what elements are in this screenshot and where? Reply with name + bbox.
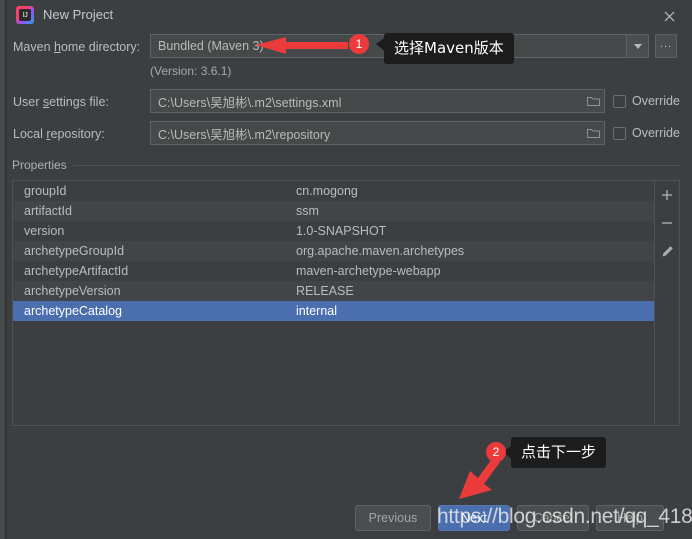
- user-settings-input[interactable]: C:\Users\吴旭彬\.m2\settings.xml: [150, 89, 605, 113]
- title-bar: New Project: [7, 0, 692, 31]
- annotation-badge-1: 1: [349, 34, 369, 54]
- pencil-icon[interactable]: [657, 242, 677, 260]
- chevron-down-icon[interactable]: [627, 34, 649, 58]
- annotation-tooltip-2: 点击下一步: [511, 437, 607, 468]
- user-settings-override-checkbox[interactable]: Override: [613, 94, 680, 108]
- user-settings-value: C:\Users\吴旭彬\.m2\settings.xml: [158, 95, 342, 110]
- cancel-button[interactable]: Cancel: [517, 505, 589, 531]
- property-value: RELEASE: [296, 284, 354, 298]
- table-row[interactable]: version 1.0-SNAPSHOT: [13, 221, 654, 241]
- annotation-arrow-2: [459, 456, 500, 499]
- next-button-label: Next: [461, 511, 487, 525]
- folder-icon[interactable]: [582, 128, 604, 139]
- folder-icon[interactable]: [582, 96, 604, 107]
- new-project-dialog: New Project Maven home directory: Bundle…: [0, 0, 692, 539]
- property-key: version: [24, 224, 65, 238]
- local-repository-override-label: Override: [632, 126, 680, 140]
- properties-table-body: groupId cn.mogong artifactId ssm version 1.0-…: [13, 181, 655, 425]
- maven-home-value: Bundled (Maven 3): [158, 39, 264, 53]
- properties-table: groupId cn.mogong artifactId ssm version 1.0-…: [12, 180, 680, 426]
- property-value: ssm: [296, 204, 319, 218]
- annotation-tooltip-1: 选择Maven版本: [384, 33, 514, 64]
- previous-button-label: Previous: [368, 511, 418, 525]
- table-row[interactable]: archetypeGroupId org.apache.maven.archety…: [13, 241, 655, 261]
- next-button[interactable]: Next: [438, 505, 510, 531]
- local-repository-label: Local repository:: [13, 127, 105, 141]
- maven-home-label: Maven home directory:: [13, 40, 141, 54]
- table-row[interactable]: archetypeArtifactId maven-archetype-webap…: [13, 261, 654, 281]
- minus-icon[interactable]: [657, 214, 677, 232]
- user-settings-override-label: Override: [632, 94, 680, 108]
- property-key: archetypeCatalog: [24, 304, 122, 318]
- local-repository-input[interactable]: C:\Users\吴旭彬\.m2\repository: [150, 121, 605, 145]
- properties-toolbar: [654, 181, 679, 425]
- checkbox-icon: [613, 126, 626, 140]
- table-row[interactable]: artifactId ssm: [13, 201, 655, 221]
- property-key: archetypeArtifactId: [24, 264, 129, 278]
- properties-group-title: Properties: [12, 158, 73, 172]
- table-row[interactable]: groupId cn.mogong: [13, 181, 654, 201]
- property-value: maven-archetype-webapp: [296, 264, 441, 278]
- local-repository-override-checkbox[interactable]: Override: [613, 126, 680, 140]
- maven-version-note: (Version: 3.6.1): [150, 64, 232, 78]
- table-row[interactable]: archetypeCatalog internal: [13, 301, 655, 321]
- properties-group-divider: [12, 165, 680, 166]
- help-button[interactable]: Help: [596, 505, 664, 531]
- property-value: cn.mogong: [296, 184, 358, 198]
- property-value: 1.0-SNAPSHOT: [296, 224, 387, 238]
- checkbox-icon: [613, 94, 626, 108]
- cancel-button-label: Cancel: [533, 511, 573, 525]
- local-repository-value: C:\Users\吴旭彬\.m2\repository: [158, 127, 331, 142]
- annotation-badge-2: 2: [486, 442, 506, 462]
- property-key: archetypeVersion: [24, 284, 121, 298]
- intellij-idea-icon: [16, 6, 34, 24]
- help-button-label: Help: [617, 511, 643, 525]
- property-key: groupId: [24, 184, 67, 198]
- property-value: internal: [296, 304, 337, 318]
- user-settings-label: User settings file:: [13, 95, 109, 109]
- maven-home-browse-button[interactable]: ...: [655, 34, 677, 58]
- plus-icon[interactable]: [657, 186, 677, 204]
- property-value: org.apache.maven.archetypes: [296, 244, 465, 258]
- window-left-edge-inner: [5, 0, 7, 539]
- property-key: artifactId: [24, 204, 72, 218]
- property-key: archetypeGroupId: [24, 244, 125, 258]
- table-row[interactable]: archetypeVersion RELEASE: [13, 281, 655, 301]
- close-icon[interactable]: [652, 3, 686, 29]
- previous-button[interactable]: Previous: [355, 505, 431, 531]
- window-title: New Project: [43, 7, 114, 22]
